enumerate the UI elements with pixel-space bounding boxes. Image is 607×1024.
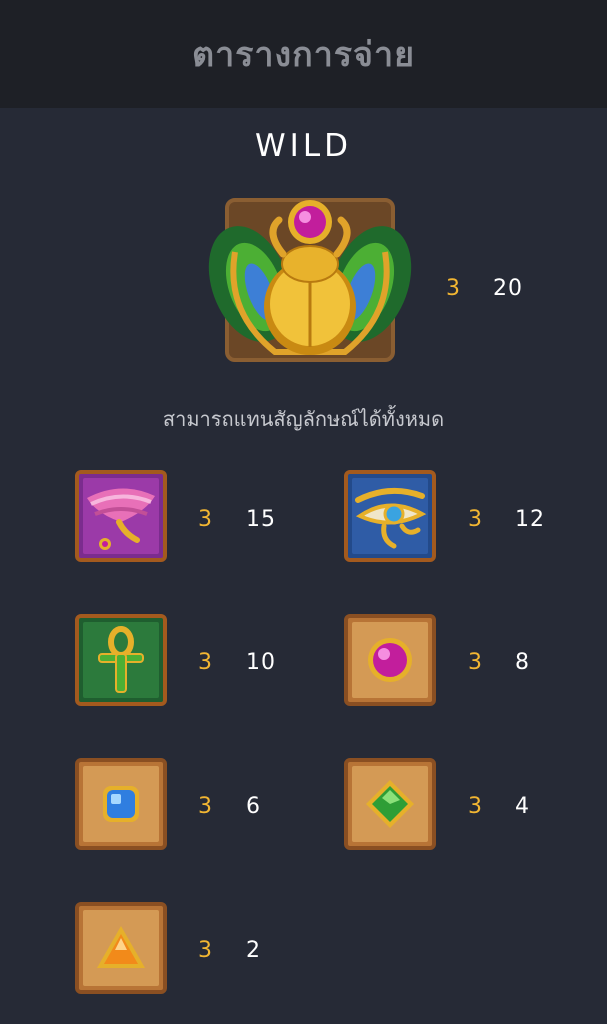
- wild-payout: 20: [493, 276, 523, 301]
- header-bar: ตารางการจ่าย: [0, 0, 607, 108]
- blue-gem-icon: [75, 758, 167, 850]
- symbol-payout: 6: [246, 794, 261, 819]
- symbol-count: 3: [198, 938, 212, 963]
- symbol-count: 3: [468, 507, 482, 532]
- pink-gem-icon: [344, 614, 436, 706]
- wild-count: 3: [446, 276, 460, 301]
- winged-scarab-icon: [75, 470, 167, 562]
- symbol-payout: 8: [515, 650, 530, 675]
- orange-triangle-icon: [75, 902, 167, 994]
- eye-of-horus-icon: [344, 470, 436, 562]
- symbol-count: 3: [468, 650, 482, 675]
- symbol-count: 3: [468, 794, 482, 819]
- wild-title: WILD: [255, 128, 352, 164]
- symbol-count: 3: [198, 650, 212, 675]
- green-diamond-icon: [344, 758, 436, 850]
- page-title: ตารางการจ่าย: [191, 35, 415, 75]
- symbol-payout: 4: [515, 794, 530, 819]
- symbol-count: 3: [198, 794, 212, 819]
- symbol-payout: 2: [246, 938, 261, 963]
- golden-scarab-icon: [208, 198, 412, 362]
- symbol-count: 3: [198, 507, 212, 532]
- symbol-payout: 12: [515, 507, 545, 532]
- ankh-icon: [75, 614, 167, 706]
- symbol-payout: 10: [246, 650, 276, 675]
- wild-description: สามารถแทนสัญลักษณ์ได้ทั้งหมด: [162, 407, 445, 431]
- symbol-payout: 15: [246, 507, 276, 532]
